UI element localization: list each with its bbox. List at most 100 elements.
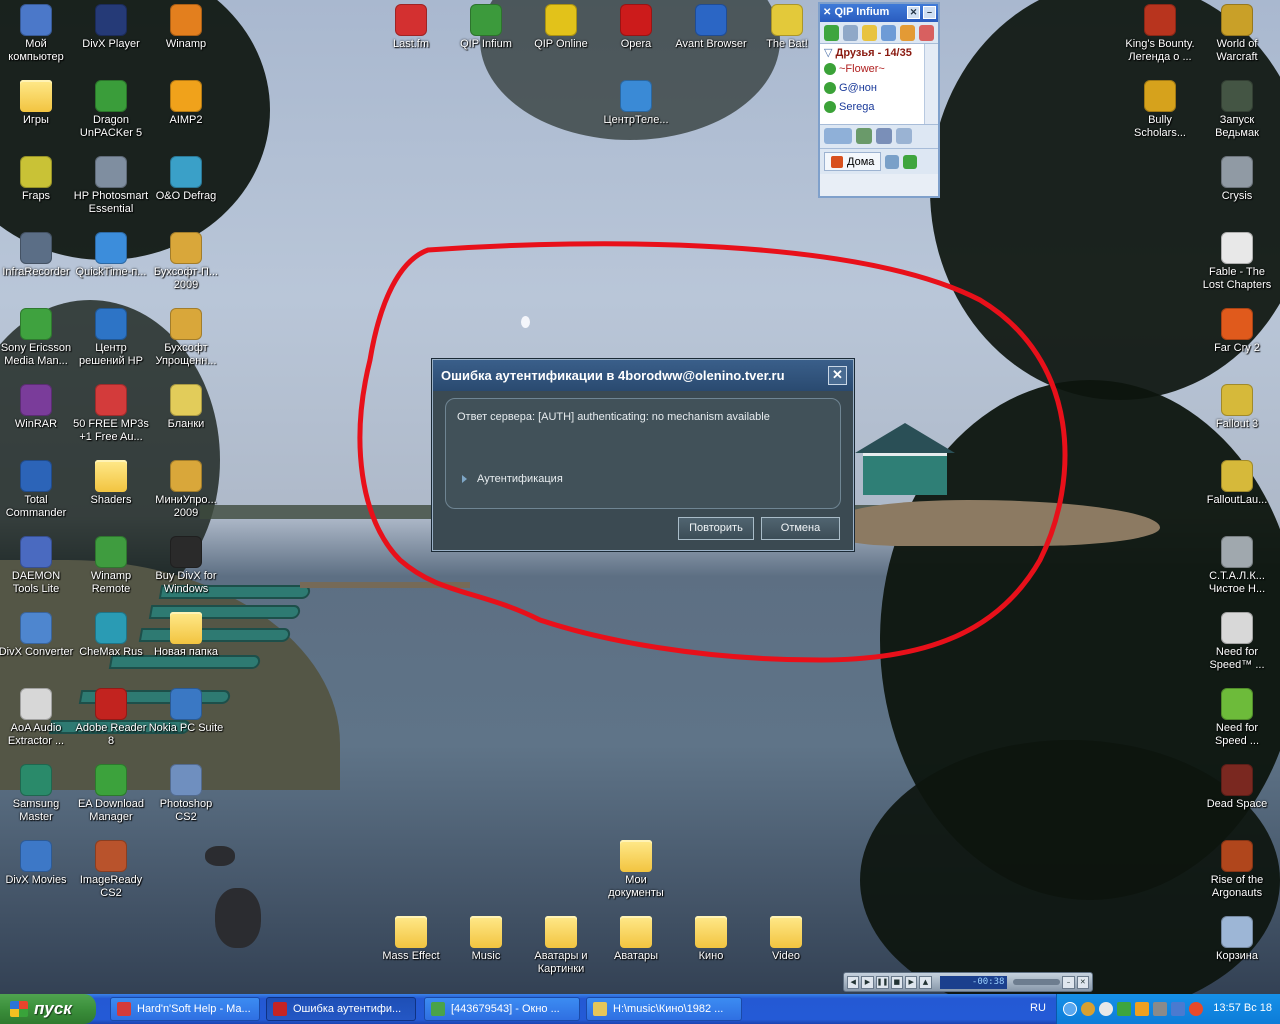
desktop-icon[interactable]: Nokia PC Suite [148, 688, 224, 735]
tray-expand-icon[interactable] [1063, 1002, 1077, 1016]
qip-calendar-icon[interactable] [919, 25, 934, 41]
desktop-icon[interactable]: DivX Movies [0, 840, 74, 887]
desktop-icon[interactable]: Opera [598, 4, 674, 51]
headset-icon[interactable] [885, 154, 900, 169]
desktop-icon[interactable]: DivX Converter [0, 612, 74, 659]
desktop-icon[interactable]: QIP Infium [448, 4, 524, 51]
qip-back-icon[interactable] [824, 128, 852, 144]
tray-app-icon[interactable] [1189, 1002, 1203, 1016]
chevron-down-icon[interactable]: ▽ [824, 47, 836, 59]
desktop-icon[interactable]: 50 FREE MP3s +1 Free Au... [73, 384, 149, 444]
play-icon[interactable]: ▶ [861, 975, 874, 989]
desktop-icon[interactable]: Dragon UnPACKer 5 [73, 80, 149, 140]
volume-slider[interactable] [1013, 979, 1061, 985]
desktop-icon[interactable]: Fallout 3 [1199, 384, 1275, 431]
desktop-icon[interactable]: Bully Scholars... [1122, 80, 1198, 140]
clock[interactable]: 13:57 Вс 18 [1213, 1002, 1272, 1014]
user-icon[interactable] [903, 154, 918, 169]
qip-sound-icon[interactable] [862, 25, 877, 41]
qip-menu-icon[interactable] [896, 128, 912, 144]
desktop-icon[interactable]: ImageReady CS2 [73, 840, 149, 900]
qip-scrollbar[interactable] [924, 44, 938, 124]
taskbar-item-active[interactable]: Ошибка аутентифи... [266, 997, 416, 1021]
desktop-icon[interactable]: World of Warcraft [1199, 4, 1275, 64]
desktop-icon[interactable]: QuickTime-п... [73, 232, 149, 279]
qip-close-button[interactable]: ✕ [907, 6, 920, 19]
desktop-icon[interactable]: Бухсофт Упрощенн... [148, 308, 224, 368]
desktop-icon[interactable]: Video [748, 916, 824, 963]
desktop-icon[interactable]: AIMP2 [148, 80, 224, 127]
qip-infium-window[interactable]: ✕ QIP Infium ✕ – ▽ Друзья - 14/35 ~Flowe… [818, 2, 940, 198]
desktop-icon[interactable]: Бухсофт-П... 2009 [148, 232, 224, 292]
prev-icon[interactable]: ◀ [847, 975, 860, 989]
desktop-icon[interactable]: Adobe Reader 8 [73, 688, 149, 748]
desktop-icon[interactable]: HP Photosmart Essential [73, 156, 149, 216]
qip-contact-list[interactable]: ▽ Друзья - 14/35 ~Flower~ G@нон Serega [820, 44, 938, 124]
eject-icon[interactable]: ▲ [919, 975, 932, 989]
qip-files-icon[interactable] [900, 25, 915, 41]
desktop-icon[interactable]: AoA Audio Extractor ... [0, 688, 74, 748]
tray-app-icon[interactable] [1099, 1002, 1113, 1016]
qip-titlebar[interactable]: ✕ QIP Infium ✕ – [820, 4, 938, 22]
desktop-icon[interactable]: InfraRecorder [0, 232, 74, 279]
qip-group-header[interactable]: ▽ Друзья - 14/35 [824, 46, 938, 59]
desktop-icon[interactable]: Winamp [148, 4, 224, 51]
desktop-icon[interactable]: Аватары [598, 916, 674, 963]
desktop-icon[interactable]: Music [448, 916, 524, 963]
desktop-icon[interactable]: МиниУпро... 2009 [148, 460, 224, 520]
desktop-icon[interactable]: Samsung Master [0, 764, 74, 824]
qip-history-icon[interactable] [843, 25, 858, 41]
qip-settings-icon[interactable] [876, 128, 892, 144]
desktop-icon[interactable]: Crysis [1199, 156, 1275, 203]
language-indicator[interactable]: RU [1030, 1002, 1046, 1014]
tray-app-icon[interactable] [1117, 1002, 1131, 1016]
desktop-icon[interactable]: Мои документы [598, 840, 674, 900]
desktop-icon[interactable]: DivX Player [73, 4, 149, 51]
desktop-icon[interactable]: Fable - The Lost Chapters [1199, 232, 1275, 292]
desktop-icon[interactable]: Бланки [148, 384, 224, 431]
qip-contact[interactable]: G@нон [824, 78, 938, 97]
auth-error-dialog[interactable]: Ошибка аутентификации в 4borodww@olenino… [432, 359, 854, 551]
desktop-icon[interactable]: QIP Online [523, 4, 599, 51]
desktop-icon[interactable]: ЦентрТеле... [598, 80, 674, 127]
desktop-icon[interactable]: Need for Speed™ ... [1199, 612, 1275, 672]
next-icon[interactable]: ▶ [904, 975, 918, 989]
qip-contact[interactable]: Serega [824, 97, 938, 116]
desktop-icon[interactable]: Игры [0, 80, 74, 127]
desktop-icon[interactable]: EA Download Manager [73, 764, 149, 824]
desktop-icon[interactable]: Dead Space [1199, 764, 1275, 811]
desktop-icon[interactable]: Мой компьютер [0, 4, 74, 64]
desktop-icon[interactable]: The Bat! [749, 4, 825, 51]
tray-app-icon[interactable] [1153, 1002, 1167, 1016]
qip-network-icon[interactable] [856, 128, 872, 144]
desktop-icon[interactable]: O&O Defrag [148, 156, 224, 203]
desktop-icon[interactable]: Аватары и Картинки [523, 916, 599, 976]
qip-contacts-icon[interactable] [824, 25, 839, 41]
media-player-bar[interactable]: ◀ ▶ ❚❚ ■ ▶ ▲ -00:38 – ✕ [843, 972, 1093, 992]
qip-mail-icon[interactable] [881, 25, 896, 41]
desktop-icon[interactable]: CheMax Rus [73, 612, 149, 659]
desktop-icon[interactable]: С.Т.А.Л.К... Чистое Н... [1199, 536, 1275, 596]
pause-icon[interactable]: ❚❚ [875, 975, 889, 989]
desktop-icon[interactable]: Новая папка [148, 612, 224, 659]
desktop-icon[interactable]: Sony Ericsson Media Man... [0, 308, 74, 368]
desktop-icon[interactable]: Total Commander [0, 460, 74, 520]
desktop-icon[interactable]: Rise of the Argonauts [1199, 840, 1275, 900]
desktop-icon[interactable]: Avant Browser [673, 4, 749, 51]
desktop-icon[interactable]: Корзина [1199, 916, 1275, 963]
tray-app-icon[interactable] [1171, 1002, 1185, 1016]
taskbar-item[interactable]: [443679543] - Окно ... [424, 997, 580, 1021]
start-button[interactable]: пуск [0, 994, 96, 1024]
auth-expander[interactable]: Аутентификация [462, 473, 563, 485]
taskbar-item[interactable]: Hard'n'Soft Help - Ma... [110, 997, 260, 1021]
desktop-icon[interactable]: Photoshop CS2 [148, 764, 224, 824]
desktop-icon[interactable]: Shaders [73, 460, 149, 507]
close-button[interactable]: ✕ [828, 366, 847, 385]
desktop-icon[interactable]: DAEMON Tools Lite [0, 536, 74, 596]
desktop-icon[interactable]: Far Cry 2 [1199, 308, 1275, 355]
expand-arrow-icon[interactable] [462, 475, 467, 484]
qip-minimize-button[interactable]: – [923, 6, 936, 19]
desktop-icon[interactable]: Buy DivX for Windows [148, 536, 224, 596]
dialog-titlebar[interactable]: Ошибка аутентификации в 4borodww@olenino… [433, 360, 853, 391]
qip-pin-icon[interactable]: ✕ [823, 7, 831, 18]
